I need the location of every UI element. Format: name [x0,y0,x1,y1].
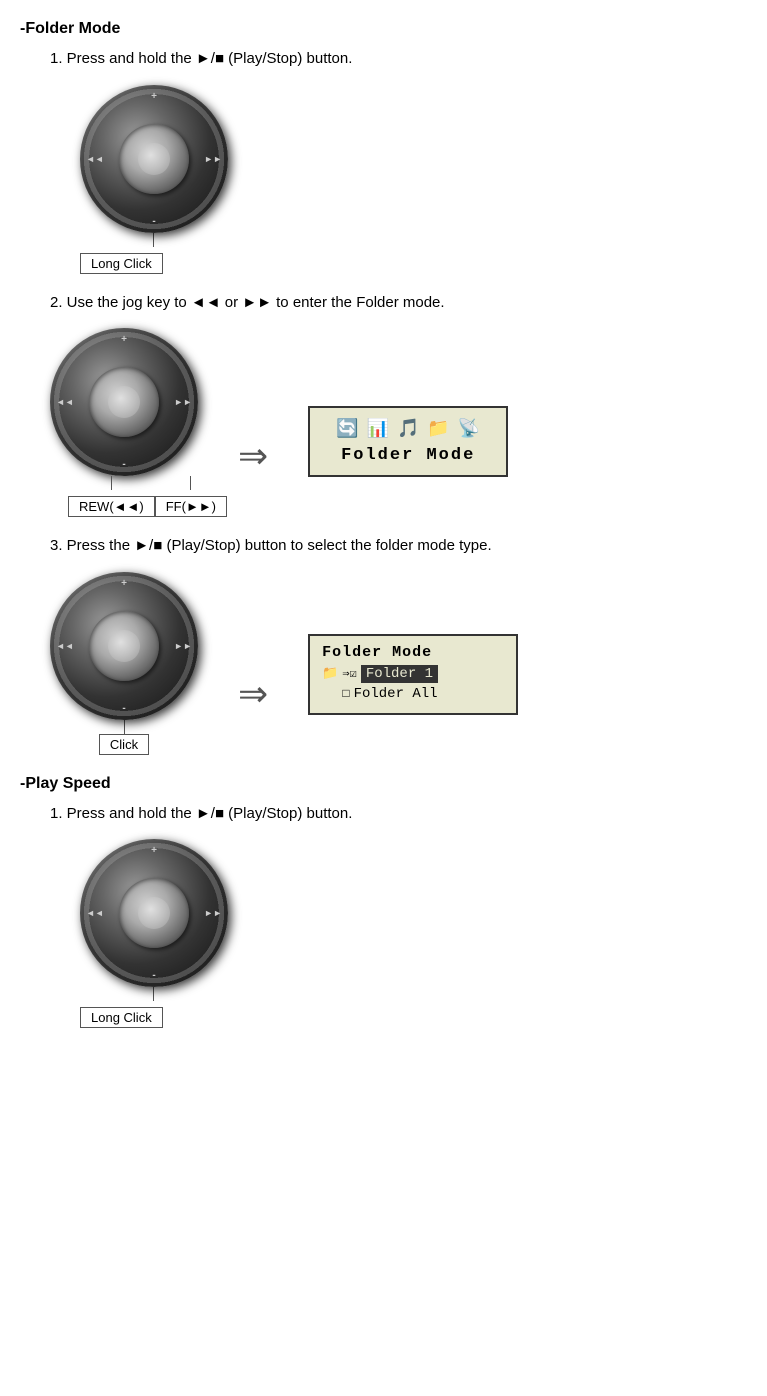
jog-label-top-2: + [121,334,127,345]
click-label: Click [99,734,149,755]
connector-1 [153,233,154,247]
jog-wheel-1: + - ◄◄ ►► [80,85,228,233]
play-speed-step1: 1. Press and hold the ►/■ (Play/Stop) bu… [50,803,747,1029]
jog-center-ring-2 [89,367,159,437]
lcd-folder-select-header: Folder Mode [322,644,504,661]
lcd-folderall-row: 📁 □ Folder All [322,686,504,702]
jog-label-bottom-3: - [122,703,125,714]
jog-center-dot-2 [108,386,140,418]
jog-wheel-4: + - ◄◄ ►► [80,839,228,987]
jog-wheel-2: + - ◄◄ ►► [50,328,198,476]
lcd-icon-5: 📡 [458,418,480,440]
lcd-folderall-check: □ [342,687,349,701]
jog-label-bottom-4: - [152,970,155,981]
folder-mode-header: -Folder Mode [20,20,747,38]
jog-center-ring-4 [119,878,189,948]
lcd-folder-mode: 🔄 📊 🎵 📁 📡 Folder Mode [308,406,508,477]
lcd-folder-mode-title: Folder Mode [341,446,475,465]
folder-mode-step2: 2. Use the jog key to ◄◄ or ►► to enter … [50,292,747,518]
ff-label: FF(►►) [155,496,227,517]
step1-text: 1. Press and hold the ►/■ (Play/Stop) bu… [50,48,747,71]
folder-mode-step3: 3. Press the ►/■ (Play/Stop) button to s… [50,535,747,755]
jog-label-left-4: ◄◄ [86,908,104,918]
lcd-icon-4: 📁 [427,418,449,440]
jog-center-dot-1 [138,143,170,175]
jog-center-dot-3 [108,630,140,662]
jog-center-dot-4 [138,897,170,929]
jog-center-ring-1 [119,124,189,194]
jog-label-bottom-2: - [122,459,125,470]
jog-label-top-1: + [151,91,157,102]
long-click-label-2: Long Click [80,1007,163,1028]
lcd-folderall-text: Folder All [354,686,438,702]
lcd-icons-row: 🔄 📊 🎵 📁 📡 [336,418,480,440]
jog-label-left-1: ◄◄ [86,154,104,164]
arrow-step2: ⇒ [238,435,268,477]
jog-center-ring-3 [89,611,159,681]
lcd-folder1-row: 📁 ⇒☑ Folder 1 [322,665,504,683]
lcd-folder-icon-1: 📁 [322,666,338,681]
step2-text: 2. Use the jog key to ◄◄ or ►► to enter … [50,292,747,315]
jog-label-bottom-1: - [152,216,155,227]
lcd-icon-2: 📊 [367,418,389,440]
connector-3 [124,720,125,734]
step2-jog-col: + - ◄◄ ►► REW(◄◄) [50,328,198,517]
lcd-icon-3: 🎵 [397,418,419,440]
lcd-icon-1: 🔄 [336,418,358,440]
connector-4 [153,987,154,1001]
jog-wheel-3: + - ◄◄ ►► [50,572,198,720]
play-speed-header: -Play Speed [20,775,747,793]
lcd-folder-select: Folder Mode 📁 ⇒☑ Folder 1 📁 □ Folder All [308,634,518,715]
jog-label-right-4: ►► [204,908,222,918]
arrow-step3: ⇒ [238,673,268,715]
play-speed-section: -Play Speed 1. Press and hold the ►/■ (P… [20,775,747,1029]
jog-label-left-2: ◄◄ [56,397,74,407]
folder-mode-step1: 1. Press and hold the ►/■ (Play/Stop) bu… [50,48,747,274]
jog-label-top-3: + [121,578,127,589]
play-speed-step1-text: 1. Press and hold the ►/■ (Play/Stop) bu… [50,803,747,826]
jog-label-right-3: ►► [174,641,192,651]
step3-jog-col: + - ◄◄ ►► Click [50,572,198,755]
jog-label-top-4: + [151,845,157,856]
jog-label-left-3: ◄◄ [56,641,74,651]
lcd-folder-arrow: ⇒☑ [342,666,356,681]
step3-text: 3. Press the ►/■ (Play/Stop) button to s… [50,535,747,558]
long-click-label-1: Long Click [80,253,163,274]
rew-label: REW(◄◄) [68,496,155,517]
jog-label-right-2: ►► [174,397,192,407]
lcd-folder1-selected: Folder 1 [361,665,438,683]
jog-label-right-1: ►► [204,154,222,164]
folder-mode-section: -Folder Mode 1. Press and hold the ►/■ (… [20,20,747,755]
